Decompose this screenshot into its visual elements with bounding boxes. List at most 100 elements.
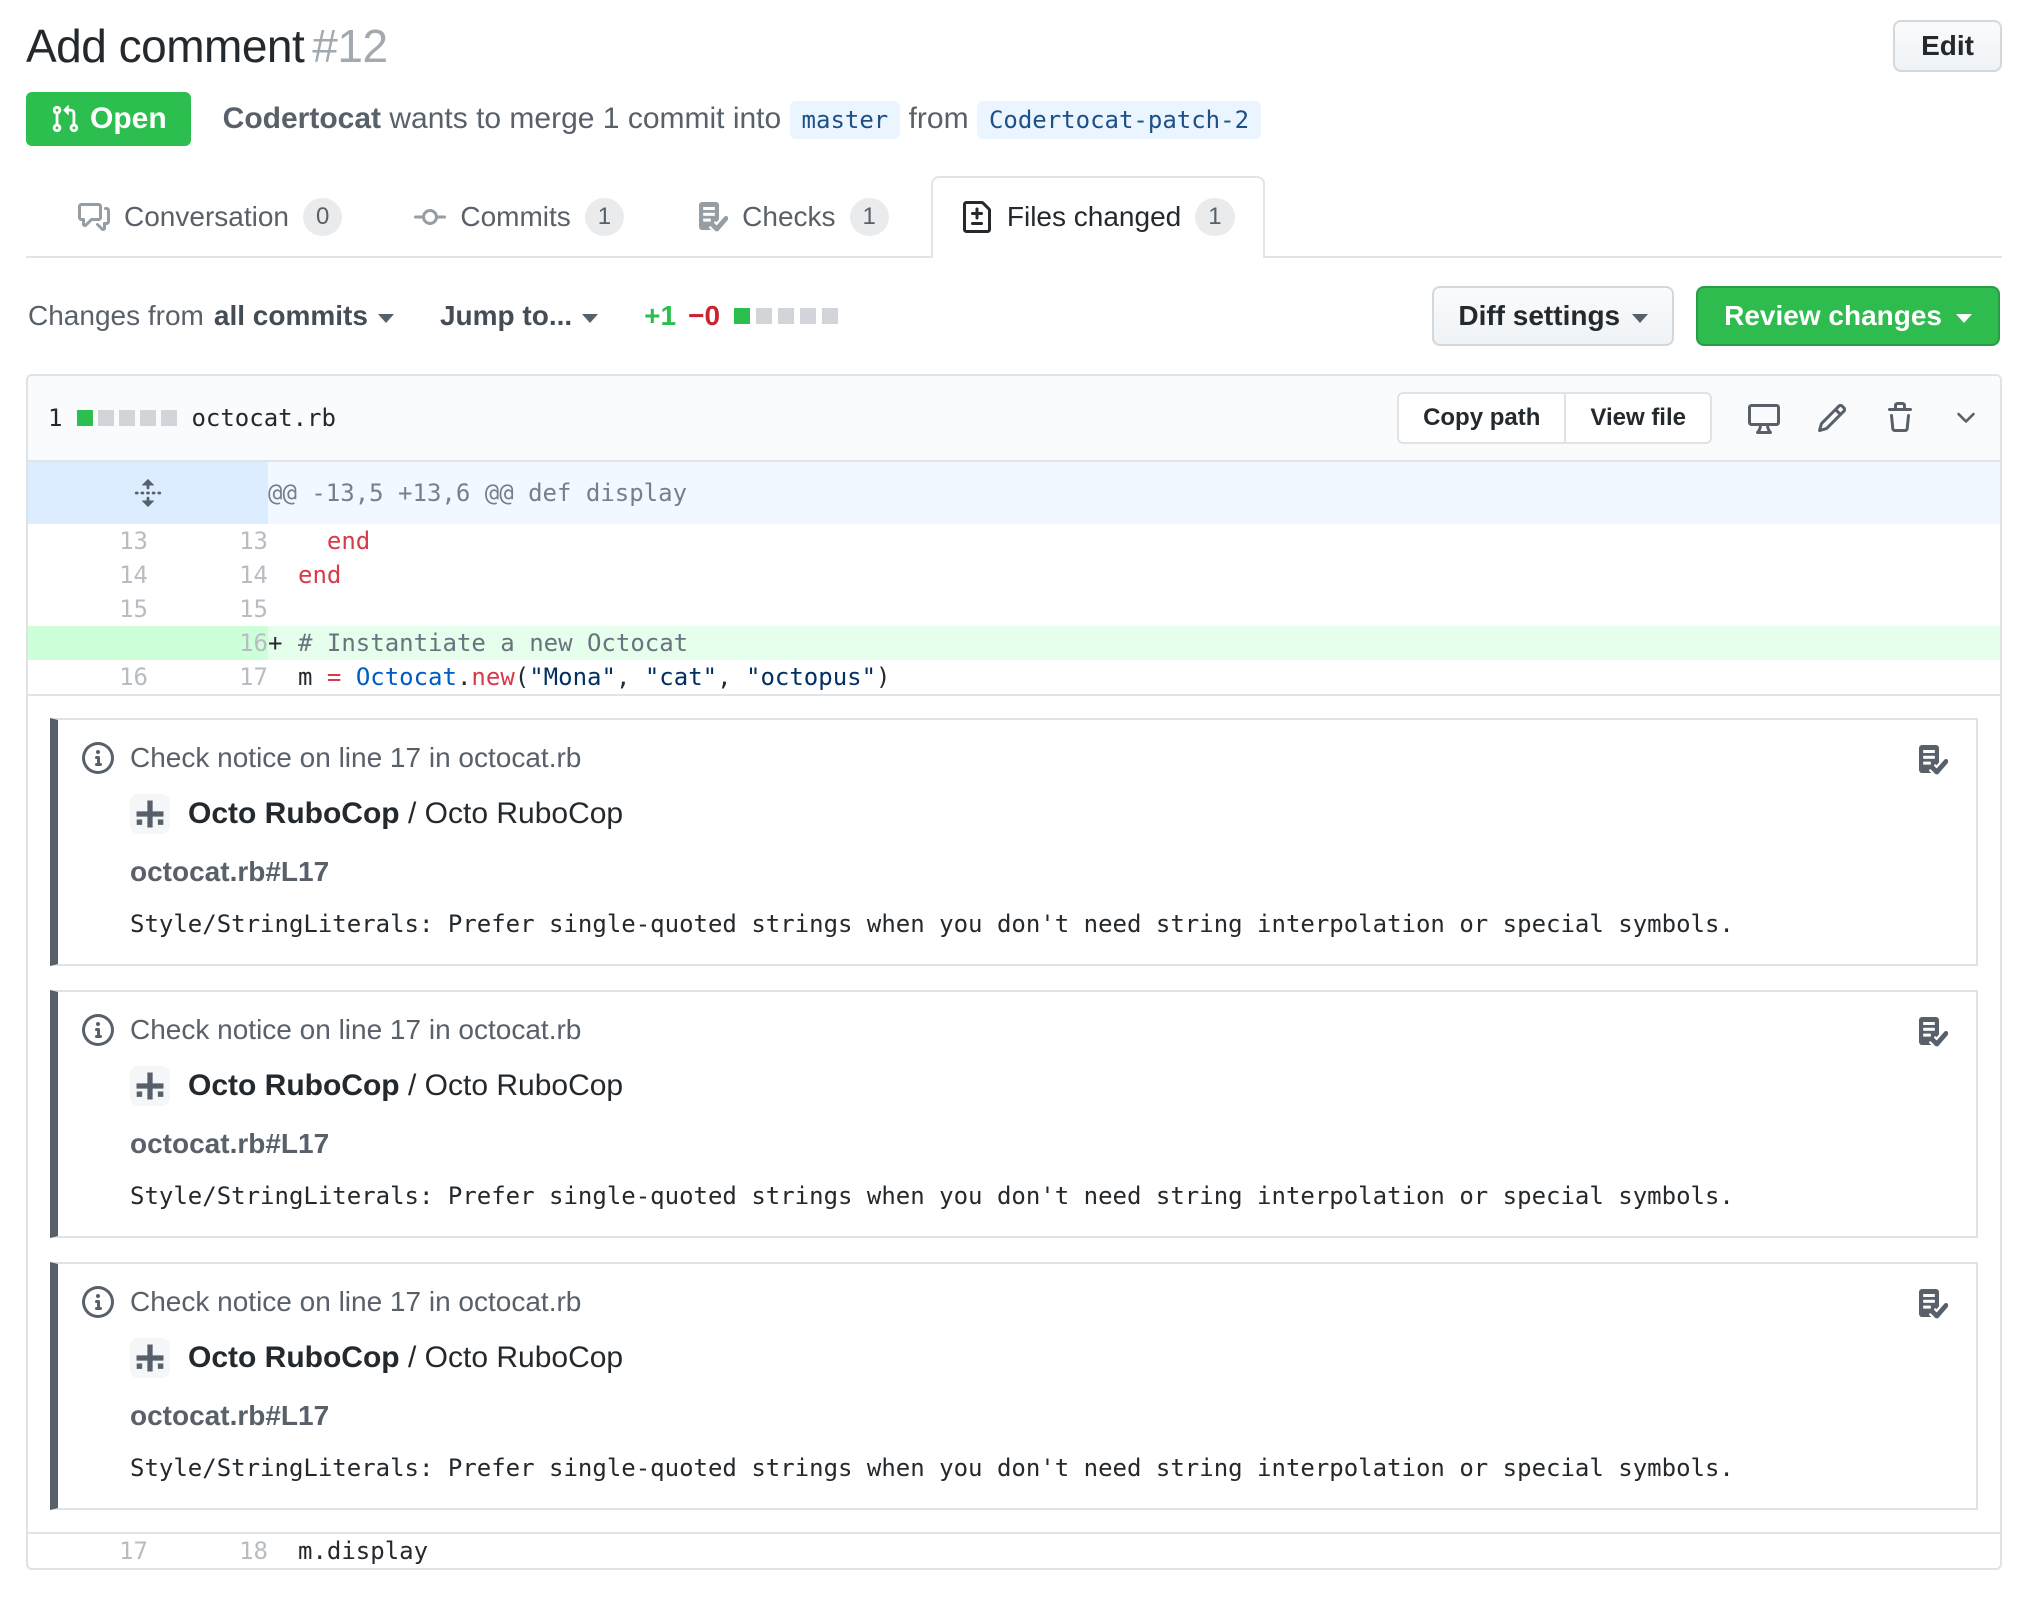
comment-discussion-icon [78, 203, 110, 231]
new-line-number[interactable]: 16 [148, 626, 268, 660]
tab-counter: 1 [849, 198, 889, 236]
changes-from-value: all commits [213, 300, 368, 331]
pr-number: #12 [312, 20, 388, 72]
edit-button[interactable]: Edit [1893, 20, 2002, 72]
annotation-title: Check notice on line 17 in octocat.rb [130, 742, 582, 773]
git-pull-request-icon [52, 105, 79, 133]
unfold-icon [134, 479, 162, 507]
pr-meta-text: Codertocat wants to merge 1 commit into … [223, 101, 1262, 139]
meta-from-word: from [908, 102, 969, 135]
annotation-message: Style/StringLiterals: Prefer single-quot… [130, 1454, 1734, 1482]
deletions-count: −0 [688, 300, 721, 331]
tab-label: Commits [460, 201, 571, 232]
changes-from-label: Changes from [28, 300, 204, 331]
annotation-app-row: Octo RuboCop / Octo RuboCop [130, 794, 1948, 834]
rich-diff-button[interactable] [1748, 402, 1780, 434]
old-line-number[interactable] [28, 626, 148, 660]
annotation-message: Style/StringLiterals: Prefer single-quot… [130, 910, 1734, 938]
annotation-path-link[interactable]: octocat.rb#L17 [130, 856, 1948, 888]
file-header: 1 octocat.rb Copy path View file [28, 376, 2000, 462]
review-changes-label: Review changes [1724, 300, 1942, 331]
additions-count: +1 [644, 300, 677, 331]
check-annotation: Check notice on line 17 in octocat.rb Oc… [50, 990, 1978, 1238]
diffstat-summary: +1 −0 [644, 300, 839, 332]
new-line-number[interactable]: 15 [148, 592, 268, 626]
code-line: end [298, 527, 371, 555]
diff-row: 13 13 end [28, 524, 2000, 558]
old-line-number[interactable]: 14 [28, 558, 148, 592]
diff-row: 14 14 end [28, 558, 2000, 592]
pr-title-text: Add comment [26, 20, 305, 72]
expand-hunk-button[interactable] [28, 462, 268, 524]
delete-file-button[interactable] [1884, 402, 1916, 434]
base-branch-label[interactable]: master [789, 101, 901, 139]
copy-path-button[interactable]: Copy path [1397, 392, 1567, 444]
code-line: m = Octocat.new("Mona", "cat", "octopus"… [298, 663, 891, 691]
tab-commits[interactable]: Commits 1 [384, 176, 654, 256]
new-line-number[interactable]: 13 [148, 524, 268, 558]
pr-meta: Open Codertocat wants to merge 1 commit … [26, 92, 2002, 146]
old-line-number[interactable]: 13 [28, 524, 148, 558]
file-diffstat: 1 [48, 404, 178, 432]
checklist-icon [1916, 1288, 1948, 1320]
monitor-icon [1748, 404, 1780, 434]
info-icon [82, 1286, 114, 1318]
pencil-icon [1817, 403, 1847, 433]
meta-action-text: wants to merge 1 commit into [389, 102, 782, 135]
old-line-number[interactable]: 15 [28, 592, 148, 626]
old-line-number[interactable]: 16 [28, 660, 148, 694]
rubocop-app-icon [136, 800, 164, 828]
diffstat-block [119, 410, 136, 426]
annotation-title: Check notice on line 17 in octocat.rb [130, 1014, 582, 1045]
rubocop-app-icon [136, 1344, 164, 1372]
review-changes-button[interactable]: Review changes [1696, 286, 2000, 346]
changes-from-dropdown[interactable]: Changes from all commits [28, 300, 394, 332]
old-line-number[interactable]: 17 [28, 1534, 148, 1568]
tab-files-changed[interactable]: Files changed 1 [930, 176, 1265, 258]
new-line-number[interactable]: 17 [148, 660, 268, 694]
file-button-group: Copy path View file [1397, 392, 1712, 444]
diffstat-block-added [77, 410, 94, 426]
file-name-link[interactable]: octocat.rb [191, 404, 336, 432]
checklist-icon [696, 201, 728, 233]
diff-toolbar: Changes from all commits Jump to... +1 −… [26, 286, 2002, 346]
check-annotation: Check notice on line 17 in octocat.rb Oc… [50, 1262, 1978, 1510]
check-annotations: Check notice on line 17 in octocat.rb Oc… [28, 694, 2000, 1534]
collapse-diff-button[interactable] [1952, 404, 1980, 432]
annotation-app-row: Octo RuboCop / Octo RuboCop [130, 1066, 1948, 1106]
annotation-app-name: Octo RuboCop / Octo RuboCop [188, 1341, 624, 1374]
file-diff-container: 1 octocat.rb Copy path View file @@ -13,… [26, 374, 2002, 1570]
edit-file-button[interactable] [1816, 402, 1848, 434]
annotation-checks-button[interactable] [1916, 1288, 1948, 1327]
annotation-path-link[interactable]: octocat.rb#L17 [130, 1400, 1948, 1432]
author-link[interactable]: Codertocat [223, 102, 381, 135]
view-file-button[interactable]: View file [1564, 392, 1712, 444]
diff-table-tail: 17 18 m.display [28, 1534, 2000, 1568]
diffstat-block [822, 308, 839, 324]
new-line-number[interactable]: 18 [148, 1534, 268, 1568]
diff-table: @@ -13,5 +13,6 @@ def display 13 13 end … [28, 462, 2000, 694]
jump-to-dropdown[interactable]: Jump to... [440, 300, 599, 332]
annotation-title-row: Check notice on line 17 in octocat.rb [82, 742, 1948, 774]
annotation-app-name: Octo RuboCop / Octo RuboCop [188, 797, 624, 830]
code-line [268, 592, 2000, 626]
annotation-checks-button[interactable] [1916, 744, 1948, 783]
annotation-title: Check notice on line 17 in octocat.rb [130, 1286, 582, 1317]
tab-counter: 0 [302, 198, 343, 236]
pr-header: Add comment #12 Edit [26, 16, 2002, 74]
tab-checks[interactable]: Checks 1 [666, 176, 919, 256]
diffstat-block-added [734, 308, 751, 324]
avatar [130, 1338, 170, 1378]
annotation-app-name: Octo RuboCop / Octo RuboCop [188, 1069, 624, 1102]
chevron-down-icon [1632, 313, 1649, 323]
annotation-title-row: Check notice on line 17 in octocat.rb [82, 1014, 1948, 1046]
diff-settings-button[interactable]: Diff settings [1432, 286, 1675, 346]
annotation-path-link[interactable]: octocat.rb#L17 [130, 1128, 1948, 1160]
annotation-checks-button[interactable] [1916, 1016, 1948, 1055]
new-line-number[interactable]: 14 [148, 558, 268, 592]
check-annotation: Check notice on line 17 in octocat.rb Oc… [50, 718, 1978, 966]
hunk-row: @@ -13,5 +13,6 @@ def display [28, 462, 2000, 524]
tab-conversation[interactable]: Conversation 0 [48, 176, 372, 256]
info-icon [82, 742, 114, 774]
head-branch-label[interactable]: Codertocat-patch-2 [976, 101, 1262, 139]
